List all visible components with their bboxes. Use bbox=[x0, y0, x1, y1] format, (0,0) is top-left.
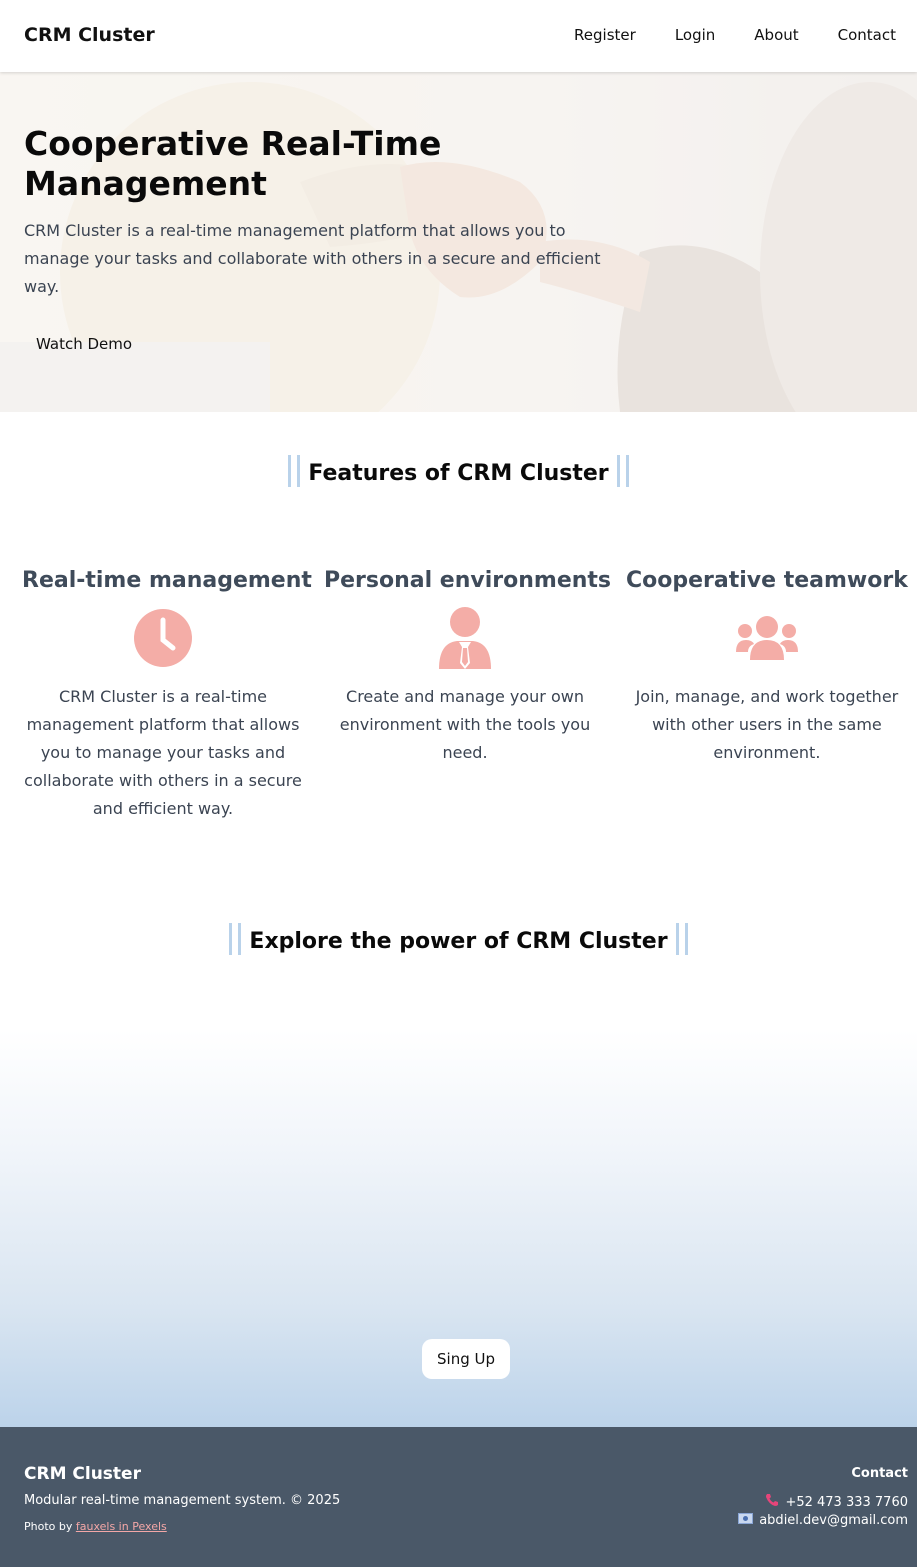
footer: CRM Cluster Modular real-time management… bbox=[0, 1427, 917, 1567]
explore-section-title: Explore the power of CRM Cluster bbox=[0, 923, 917, 958]
clock-icon bbox=[22, 607, 304, 669]
feature-description: Join, manage, and work together with oth… bbox=[635, 687, 899, 762]
features-title-text: Features of CRM Cluster bbox=[308, 461, 609, 486]
hero-section: Cooperative Real-Time Management CRM Clu… bbox=[0, 72, 917, 412]
phone-icon bbox=[765, 1493, 779, 1511]
feature-title: Real-time management bbox=[22, 568, 312, 593]
photo-credit-prefix: Photo by bbox=[24, 1520, 76, 1533]
feature-description: CRM Cluster is a real-time management pl… bbox=[24, 687, 302, 818]
nav-login-link[interactable]: Login bbox=[675, 26, 715, 44]
photo-credit: Photo by fauxels in Pexels bbox=[24, 1520, 167, 1533]
sign-up-button[interactable]: Sing Up bbox=[422, 1339, 510, 1379]
navbar: CRM Cluster Register Login About Contact bbox=[0, 0, 917, 72]
features-grid: Real-time management CRM Cluster is a re… bbox=[12, 568, 917, 823]
footer-email: abdiel.dev@gmail.com bbox=[738, 1513, 908, 1528]
nav-about-link[interactable]: About bbox=[754, 26, 798, 44]
feature-card: Personal environments Create and manage … bbox=[314, 568, 616, 823]
hero-title: Cooperative Real-Time Management bbox=[24, 124, 442, 203]
brand-logo[interactable]: CRM Cluster bbox=[24, 24, 155, 46]
nav-contact-link[interactable]: Contact bbox=[838, 26, 896, 44]
email-icon bbox=[738, 1513, 754, 1528]
footer-contact-title: Contact bbox=[851, 1466, 908, 1481]
hero-description: CRM Cluster is a real-time management pl… bbox=[24, 221, 601, 296]
feature-description: Create and manage your own environment w… bbox=[339, 687, 591, 762]
feature-title: Personal environments bbox=[324, 568, 612, 593]
title-bars-right bbox=[616, 455, 629, 487]
footer-brand: CRM Cluster bbox=[24, 1464, 141, 1484]
footer-phone: +52 473 333 7760 bbox=[765, 1493, 908, 1511]
users-icon bbox=[626, 607, 908, 669]
explore-title-text: Explore the power of CRM Cluster bbox=[249, 929, 668, 954]
nav-links: Register Login About Contact bbox=[535, 26, 896, 44]
feature-card: Cooperative teamwork Join, manage, and w… bbox=[616, 568, 917, 823]
email-address[interactable]: abdiel.dev@gmail.com bbox=[759, 1513, 908, 1528]
photo-credit-link[interactable]: fauxels in Pexels bbox=[76, 1520, 167, 1533]
phone-number[interactable]: +52 473 333 7760 bbox=[785, 1495, 908, 1510]
user-tie-icon bbox=[324, 607, 606, 669]
title-bars-right bbox=[675, 923, 688, 955]
feature-title: Cooperative teamwork bbox=[626, 568, 908, 593]
feature-card: Real-time management CRM Cluster is a re… bbox=[12, 568, 314, 823]
watch-demo-button[interactable]: Watch Demo bbox=[24, 330, 144, 358]
title-bars-left bbox=[288, 455, 301, 487]
title-bars-left bbox=[229, 923, 242, 955]
nav-register-link[interactable]: Register bbox=[574, 26, 636, 44]
features-section-title: Features of CRM Cluster bbox=[0, 455, 917, 490]
footer-description: Modular real-time management system. © 2… bbox=[24, 1493, 341, 1508]
